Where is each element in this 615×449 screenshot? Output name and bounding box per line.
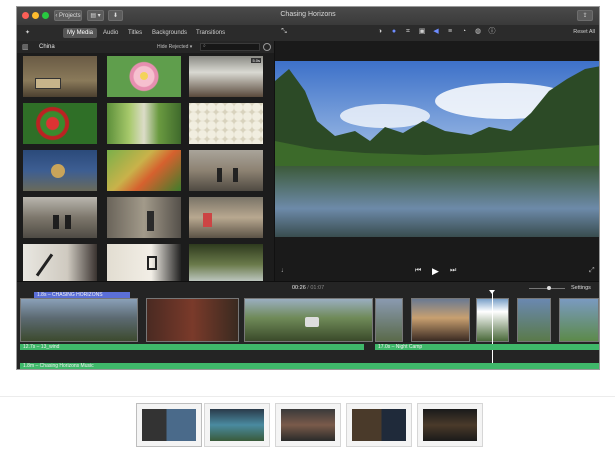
skip-back-icon[interactable]: ⏮ — [415, 267, 421, 275]
video-clip[interactable] — [244, 298, 373, 342]
media-thumbnail[interactable] — [23, 197, 97, 238]
hands-shape — [51, 164, 65, 178]
search-icon: ⌕ — [203, 43, 206, 49]
magic-enhance-icon[interactable]: ⤡ — [280, 28, 288, 36]
stabilization-icon[interactable]: ▣ — [418, 28, 426, 36]
carousel-thumbnail-3[interactable] — [275, 403, 341, 447]
thumbnail-preview — [142, 409, 196, 441]
calligraphy-shape — [147, 256, 157, 270]
video-clip[interactable] — [146, 298, 239, 342]
media-thumbnail[interactable] — [107, 197, 181, 238]
playhead[interactable] — [492, 292, 493, 369]
tab-titles[interactable]: Titles — [124, 28, 146, 38]
person-shape — [217, 168, 222, 182]
video-preview[interactable] — [275, 61, 600, 251]
library-filter-bar: ▥ China Hide Rejected ▾ ⌕ — [17, 41, 274, 53]
media-thumbnail[interactable] — [23, 103, 97, 144]
brush-shape — [35, 253, 54, 277]
imovie-window: ‹ Projects ▤ ▾ ⬇ Chasing Horizons ⇪ ✦ My… — [16, 6, 600, 370]
media-thumbnail[interactable] — [107, 56, 181, 97]
share-icon: ⇪ — [582, 13, 588, 19]
reset-all-button[interactable]: Reset All — [573, 29, 595, 35]
video-clip[interactable] — [411, 298, 470, 342]
music-clip[interactable]: 1.8m – Chasing Horizons Music — [20, 363, 599, 369]
zoom-slider-knob[interactable] — [547, 286, 551, 290]
viewer-bottom-bar — [275, 237, 599, 251]
video-clip[interactable] — [559, 298, 599, 342]
volume-icon[interactable]: ◀ — [432, 28, 440, 36]
person-shape — [233, 168, 238, 182]
person-shape — [53, 215, 59, 229]
media-browser: 5.0s — [17, 53, 274, 281]
media-thumbnail[interactable] — [23, 56, 97, 97]
share-button[interactable]: ⇪ — [577, 10, 593, 21]
window-title: Chasing Horizons — [280, 11, 336, 18]
thumbnail-preview — [281, 409, 335, 441]
media-thumbnail[interactable] — [23, 244, 97, 281]
play-icon[interactable]: ▶ — [432, 266, 439, 277]
speed-icon[interactable]: ◔ — [460, 28, 468, 36]
media-thumbnail[interactable] — [189, 103, 263, 144]
media-thumbnail[interactable] — [107, 103, 181, 144]
media-thumbnail[interactable] — [23, 150, 97, 191]
person-shape — [147, 211, 154, 231]
person-shape — [65, 215, 71, 229]
title-bar: ‹ Projects ▤ ▾ ⬇ Chasing Horizons ⇪ — [17, 7, 599, 25]
sign-shape — [35, 78, 61, 89]
adjustment-toolbar: ⤡ ◑ ● ⌗ ▣ ◀ ≡ ◔ ◍ ⓘ Reset All — [274, 25, 599, 42]
clip-badge — [305, 317, 319, 327]
equalizer-icon[interactable]: ≡ — [446, 28, 454, 36]
carousel-thumbnail-1[interactable] — [136, 403, 202, 447]
video-clip[interactable] — [375, 298, 403, 342]
expand-icon[interactable]: ⤢ — [589, 267, 595, 275]
screenshot-carousel — [0, 396, 615, 449]
viewer: ♩ ⏮ ▶ ⏭ ⤢ — [274, 41, 600, 281]
sidebar-toggle-icon[interactable]: ▥ — [22, 43, 29, 51]
thumbnail-preview — [423, 409, 477, 441]
duration-badge: 5.0s — [251, 58, 261, 63]
thumbnail-preview — [352, 409, 406, 441]
skip-forward-icon[interactable]: ⏭ — [450, 267, 456, 275]
timecode: 00:26 / 01:07 — [292, 285, 325, 291]
carousel-thumbnail-5[interactable] — [417, 403, 483, 447]
browser-tab-bar: ✦ My Media Audio Titles Backgrounds Tran… — [17, 25, 274, 42]
media-thumbnail[interactable] — [107, 244, 181, 281]
cloud — [340, 104, 430, 128]
color-balance-icon[interactable]: ◑ — [376, 28, 384, 36]
search-input[interactable]: ⌕ — [200, 43, 260, 51]
media-thumbnail[interactable]: 5.0s — [189, 56, 263, 97]
hide-rejected-dropdown[interactable]: Hide Rejected ▾ — [157, 44, 192, 50]
flower-center — [140, 72, 148, 80]
tab-backgrounds[interactable]: Backgrounds — [148, 28, 191, 38]
audio-clip[interactable]: 12.7s – 13_wind — [20, 344, 364, 350]
zoom-slider[interactable] — [529, 286, 565, 290]
audio-clip[interactable]: 17.0s – Night Camp — [375, 344, 599, 350]
media-thumbnail[interactable] — [189, 150, 263, 191]
crop-icon[interactable]: ⌗ — [404, 28, 412, 36]
microphone-icon[interactable]: ♩ — [281, 267, 288, 274]
media-thumbnail[interactable] — [189, 197, 263, 238]
timeline-settings-button[interactable]: Settings — [571, 285, 591, 291]
filter-icon[interactable]: ◍ — [474, 28, 482, 36]
person-shape — [203, 213, 212, 227]
media-thumbnail[interactable] — [189, 244, 263, 281]
settings-icon[interactable] — [263, 43, 271, 51]
carousel-thumbnail-4[interactable] — [346, 403, 412, 447]
library-name: China — [39, 44, 55, 50]
media-thumbnail[interactable] — [107, 150, 181, 191]
magic-wand-icon[interactable]: ✦ — [21, 28, 34, 38]
playhead-marker — [489, 290, 495, 294]
tab-audio[interactable]: Audio — [99, 28, 122, 38]
tab-my-media[interactable]: My Media — [63, 28, 98, 38]
carousel-thumbnail-2[interactable] — [204, 403, 270, 447]
tab-transitions[interactable]: Transitions — [192, 28, 229, 38]
info-icon[interactable]: ⓘ — [488, 28, 496, 36]
timeline: 00:26 / 01:07 Settings 1.8s – CHASING HO… — [17, 281, 599, 369]
color-correction-icon[interactable]: ● — [390, 28, 398, 36]
video-clip[interactable] — [517, 298, 551, 342]
thumbnail-preview — [210, 409, 264, 441]
video-clip[interactable] — [20, 298, 138, 342]
